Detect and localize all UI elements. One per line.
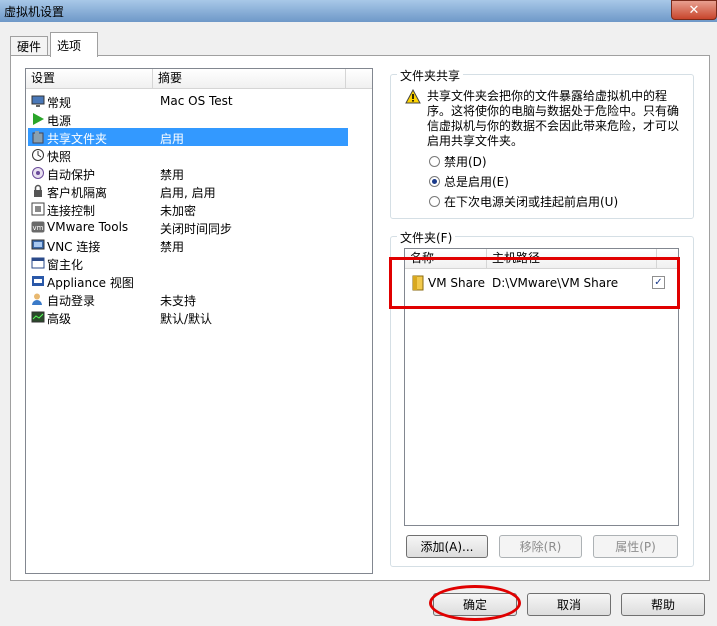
close-icon: ✕ xyxy=(688,2,700,18)
advanced-icon xyxy=(31,311,45,323)
vnc-icon xyxy=(31,239,45,250)
shared-folder-icon xyxy=(32,131,44,144)
settings-item-shared-folders[interactable]: 共享文件夹 启用 xyxy=(28,128,348,146)
setting-summary: 默认/默认 xyxy=(160,312,213,326)
setting-summary: 禁用 xyxy=(160,240,185,254)
setting-summary: 启用, 启用 xyxy=(160,186,216,200)
setting-name: 自动登录 xyxy=(47,294,96,308)
help-button[interactable]: 帮助 xyxy=(621,593,705,616)
column-label: 摘要 xyxy=(158,71,183,85)
cancel-button[interactable]: 取消 xyxy=(527,593,611,616)
folder-sharing-legend: 文件夹共享 xyxy=(397,67,464,84)
add-folder-button[interactable]: 添加(A)... xyxy=(406,535,488,558)
lock-icon xyxy=(34,184,42,197)
settings-item-power[interactable]: 电源 xyxy=(28,110,348,128)
tab-hardware[interactable]: 硬件 xyxy=(10,36,48,56)
setting-summary: 关闭时间同步 xyxy=(160,222,233,236)
column-label: 设置 xyxy=(31,71,56,85)
setting-summary: 禁用 xyxy=(160,168,185,182)
appliance-icon xyxy=(32,276,44,286)
warning-icon xyxy=(405,89,421,104)
settings-item-autologin[interactable]: 自动登录 未支持 xyxy=(28,290,348,308)
tab-label: 选项 xyxy=(57,38,82,53)
unity-icon xyxy=(31,257,45,269)
setting-name: VNC 连接 xyxy=(47,240,101,254)
setting-name: 快照 xyxy=(47,150,72,164)
settings-item-vmware-tools[interactable]: vm VMware Tools 关闭时间同步 xyxy=(28,218,348,236)
setting-name: Appliance 视图 xyxy=(47,276,134,290)
user-icon xyxy=(32,293,42,305)
setting-name: 电源 xyxy=(47,114,72,128)
button-label: 属性(P) xyxy=(615,540,656,554)
tab-options[interactable]: 选项 xyxy=(50,32,98,57)
radio-label: 总是启用(E) xyxy=(444,174,509,189)
settings-item-unity[interactable]: 窗主化 xyxy=(28,254,348,272)
settings-item-vnc[interactable]: VNC 连接 禁用 xyxy=(28,236,348,254)
settings-item-access-control[interactable]: 连接控制 未加密 xyxy=(28,200,348,218)
button-label: 取消 xyxy=(556,598,581,612)
radio-button[interactable] xyxy=(429,155,440,167)
svg-text:vm: vm xyxy=(33,224,44,232)
power-play-icon xyxy=(33,113,44,125)
column-header-setting[interactable]: 设置 xyxy=(26,69,153,88)
setting-name: 自动保护 xyxy=(47,168,96,182)
vm-icon: vm xyxy=(31,221,45,233)
button-label: 帮助 xyxy=(650,598,675,612)
button-label: 移除(R) xyxy=(519,540,562,554)
setting-summary: 未加密 xyxy=(160,204,197,218)
settings-item-autoprotect[interactable]: 自动保护 禁用 xyxy=(28,164,348,182)
setting-name: 常规 xyxy=(47,96,72,110)
radio-label: 在下次电源关闭或挂起前启用(U) xyxy=(444,194,619,209)
setting-name: VMware Tools xyxy=(47,220,129,234)
setting-name: 高级 xyxy=(47,312,72,326)
setting-summary: Mac OS Test xyxy=(160,94,233,108)
autoprotect-icon xyxy=(32,167,44,179)
warning-text: 共享文件夹会把你的文件暴露给虚拟机中的程序。这将使你的电脑与数据处于危险中。只有… xyxy=(427,89,680,148)
window-title: 虚拟机设置 xyxy=(4,5,65,19)
column-header-summary[interactable]: 摘要 xyxy=(153,69,346,88)
settings-list-header: 设置 摘要 xyxy=(26,69,372,89)
close-button[interactable]: ✕ xyxy=(671,0,717,20)
setting-summary: 未支持 xyxy=(160,294,197,308)
settings-item-general[interactable]: 常规 Mac OS Test xyxy=(28,92,348,110)
radio-disabled[interactable]: 禁用(D) xyxy=(429,153,487,169)
setting-name: 连接控制 xyxy=(47,204,96,218)
settings-item-appliance[interactable]: Appliance 视图 xyxy=(28,272,348,290)
setting-name: 共享文件夹 xyxy=(47,132,108,146)
folders-legend: 文件夹(F) xyxy=(397,229,456,246)
folder-sharing-group: 文件夹共享 共享文件夹会把你的文件暴露给虚拟机中的程序。这将使你的电脑与数据处于… xyxy=(390,67,694,219)
monitor-icon xyxy=(31,95,45,107)
radio-button[interactable] xyxy=(429,175,440,187)
radio-label: 禁用(D) xyxy=(444,154,487,169)
radio-enable-until-poweroff[interactable]: 在下次电源关闭或挂起前启用(U) xyxy=(429,193,618,209)
settings-item-snapshot[interactable]: 快照 xyxy=(28,146,348,164)
settings-list[interactable]: 设置 摘要 常规 Mac OS Test 电源 共享文件夹 启用 快照 自动保护… xyxy=(25,68,373,574)
access-control-icon xyxy=(31,202,45,216)
setting-name: 客户机隔离 xyxy=(47,186,108,200)
options-panel: 设置 摘要 常规 Mac OS Test 电源 共享文件夹 启用 快照 自动保护… xyxy=(10,55,710,581)
setting-summary: 启用 xyxy=(160,132,185,146)
radio-always-enabled[interactable]: 总是启用(E) xyxy=(429,173,509,189)
folder-properties-button[interactable]: 属性(P) xyxy=(593,535,678,558)
tab-label: 硬件 xyxy=(17,40,42,54)
highlight-rectangle xyxy=(389,257,680,309)
setting-name: 窗主化 xyxy=(47,258,84,272)
title-bar: 虚拟机设置 ✕ xyxy=(0,0,717,22)
remove-folder-button[interactable]: 移除(R) xyxy=(499,535,582,558)
button-label: 添加(A)... xyxy=(420,540,474,554)
settings-item-advanced[interactable]: 高级 默认/默认 xyxy=(28,308,348,326)
radio-button[interactable] xyxy=(429,195,440,207)
snapshot-icon xyxy=(32,149,44,161)
settings-item-isolation[interactable]: 客户机隔离 启用, 启用 xyxy=(28,182,348,200)
highlight-ellipse xyxy=(429,585,521,621)
